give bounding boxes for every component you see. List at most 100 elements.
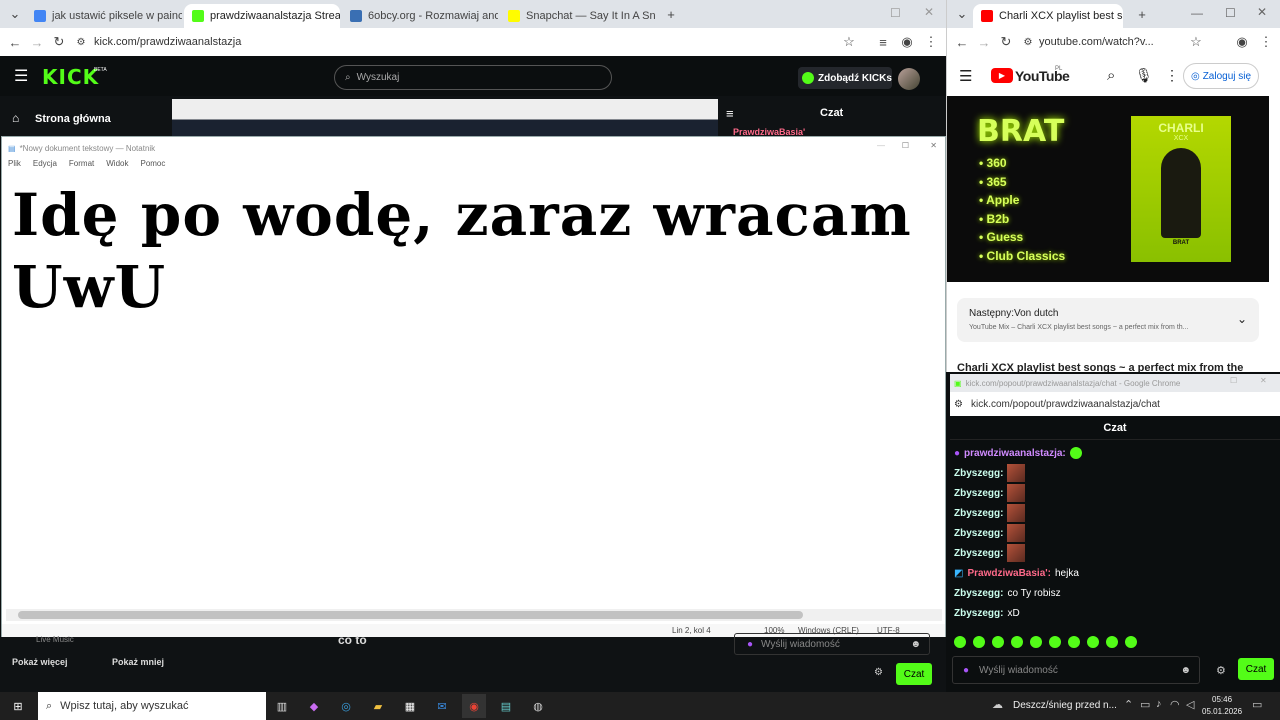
popout-send-input[interactable]: ● Wyślij wiadomość ☻: [952, 656, 1200, 684]
forward-icon[interactable]: →: [26, 31, 48, 53]
chat-send-button[interactable]: Czat: [896, 663, 932, 685]
bookmark-icon[interactable]: ☆: [838, 31, 860, 53]
notepad-text-area[interactable]: Idę po wodę, zaraz wracam UwU: [2, 171, 945, 331]
up-next-card[interactable]: Następny: Von dutch YouTube Mix – Charli…: [957, 298, 1259, 342]
site-info-icon[interactable]: ⚙: [70, 31, 92, 53]
network-icon[interactable]: ▭: [1140, 698, 1150, 711]
collapse-chat-icon[interactable]: ≡: [726, 106, 734, 121]
stream-preview[interactable]: [172, 99, 718, 136]
home-link[interactable]: Strona główna: [35, 113, 111, 125]
emote-icon[interactable]: [992, 636, 1004, 648]
restore-icon[interactable]: ☐: [890, 6, 901, 20]
back-icon[interactable]: ←: [951, 31, 973, 53]
chrome-icon[interactable]: ◉: [462, 694, 486, 718]
media-icon[interactable]: ≡: [872, 31, 894, 53]
weather-text[interactable]: Deszcz/śnieg przed n...: [1013, 700, 1117, 711]
notifications-icon[interactable]: ▭: [1252, 698, 1262, 711]
emote-icon[interactable]: [1049, 636, 1061, 648]
scroll-thumb[interactable]: [18, 611, 803, 619]
hamburger-icon[interactable]: ☰: [14, 66, 28, 86]
emote-icon[interactable]: [1068, 636, 1080, 648]
tab-search-icon[interactable]: ⌄: [4, 3, 26, 25]
menu-file[interactable]: Plik: [8, 159, 21, 171]
minimize-icon[interactable]: —: [877, 141, 885, 150]
site-info-icon[interactable]: ⚙: [1017, 31, 1039, 53]
menu-edit[interactable]: Edycja: [33, 159, 57, 171]
menu-icon[interactable]: ⋮: [920, 31, 942, 53]
profile-icon[interactable]: ◉: [1231, 31, 1253, 53]
bookmark-icon[interactable]: ☆: [1185, 31, 1207, 53]
notepad-taskbar-icon[interactable]: ▤: [494, 694, 518, 718]
edge-icon[interactable]: ◎: [334, 694, 358, 718]
show-more-button[interactable]: Pokaż więcej: [12, 657, 68, 667]
search-icon[interactable]: ⌕: [1107, 67, 1115, 84]
tab-snapchat[interactable]: Snapchat — Say It In A Snap✕: [500, 4, 656, 28]
reload-icon[interactable]: ↻: [995, 31, 1017, 53]
mic-icon[interactable]: 🎙: [1135, 67, 1153, 84]
get-kicks-button[interactable]: Zdobądź KICKs: [798, 67, 892, 89]
emote-icon[interactable]: [1087, 636, 1099, 648]
clock-time[interactable]: 05:46: [1212, 695, 1232, 704]
tray-chevron-icon[interactable]: ⌃: [1124, 698, 1133, 711]
kick-search-input[interactable]: ⌕ Wyszukaj: [334, 65, 612, 90]
close-window-icon[interactable]: ✕: [1257, 5, 1267, 19]
new-tab-icon[interactable]: +: [660, 3, 682, 25]
menu-icon[interactable]: ⋮: [1255, 31, 1277, 53]
wifi-icon[interactable]: ◠: [1170, 698, 1180, 711]
menu-view[interactable]: Widok: [106, 159, 128, 171]
profile-icon[interactable]: ◉: [896, 31, 918, 53]
more-icon[interactable]: ⋮: [1165, 67, 1179, 84]
tab-6obcy[interactable]: 6obcy.org - Rozmawiaj anonim✕: [342, 4, 498, 28]
volume-icon[interactable]: ◁: [1186, 698, 1194, 711]
reload-icon[interactable]: ↻: [48, 31, 70, 53]
chevron-down-icon[interactable]: ⌄: [1237, 312, 1247, 326]
taskbar-search[interactable]: ⌕ Wpisz tutaj, aby wyszukać: [38, 692, 266, 720]
close-window-icon[interactable]: ✕: [924, 5, 934, 19]
clock-date[interactable]: 05.01.2026: [1202, 707, 1242, 716]
maximize-icon[interactable]: ☐: [1225, 6, 1236, 20]
show-less-button[interactable]: Pokaż mniej: [112, 657, 164, 667]
close-icon[interactable]: ✕: [930, 141, 937, 150]
maximize-icon[interactable]: ☐: [1230, 376, 1237, 385]
emote-icon[interactable]: [954, 636, 966, 648]
emote-icon[interactable]: [973, 636, 985, 648]
maximize-icon[interactable]: ☐: [902, 141, 909, 150]
address-bar[interactable]: kick.com/prawdziwaanalstazja: [94, 36, 241, 48]
emoji-icon[interactable]: ☻: [1180, 665, 1191, 676]
kick-send-input[interactable]: ● Wyślij wiadomość ☻: [734, 633, 930, 655]
file-explorer-icon[interactable]: ▰: [366, 694, 390, 718]
menu-format[interactable]: Format: [69, 159, 94, 171]
microphone-icon[interactable]: ♪: [1156, 698, 1162, 710]
settings-icon[interactable]: ⚙: [1216, 664, 1226, 677]
avatar[interactable]: [898, 68, 920, 90]
emoji-icon[interactable]: ☻: [910, 639, 921, 650]
store-icon[interactable]: ▦: [398, 694, 422, 718]
yt-address-bar[interactable]: youtube.com/watch?v...: [1039, 36, 1154, 48]
settings-icon[interactable]: ⚙: [874, 667, 883, 678]
task-view-icon[interactable]: ▥: [270, 694, 294, 718]
sign-in-button[interactable]: ◎ Zaloguj się: [1183, 63, 1259, 89]
tab-youtube[interactable]: Charli XCX playlist best son✕: [973, 4, 1123, 28]
windows-start-icon[interactable]: ⊞: [6, 694, 30, 718]
menu-help[interactable]: Pomoc: [140, 159, 165, 171]
video-player[interactable]: BRAT • 360 • 365 • Apple • B2b • Guess •…: [947, 96, 1269, 282]
emote-icon[interactable]: [1106, 636, 1118, 648]
mail-icon[interactable]: ✉: [430, 694, 454, 718]
back-icon[interactable]: ←: [4, 31, 26, 53]
site-info-icon[interactable]: ⚙: [954, 399, 963, 410]
horizontal-scrollbar[interactable]: [6, 609, 942, 621]
tab-search-icon[interactable]: ⌄: [951, 3, 973, 25]
kick-logo[interactable]: KICK: [42, 65, 99, 89]
minimize-icon[interactable]: —: [1191, 6, 1203, 20]
tab-google[interactable]: jak ustawić piksele w paincie - ✕: [26, 4, 182, 28]
close-icon[interactable]: ✕: [1260, 376, 1267, 385]
youtube-logo-icon[interactable]: ▶: [991, 68, 1013, 83]
emote-icon[interactable]: [1030, 636, 1042, 648]
emote-icon[interactable]: [1125, 636, 1137, 648]
copilot-icon[interactable]: ◆: [302, 694, 326, 718]
emote-icon[interactable]: [1011, 636, 1023, 648]
popout-chat-button[interactable]: Czat: [1238, 658, 1274, 680]
yt-hamburger-icon[interactable]: ☰: [959, 67, 972, 85]
tab-kick[interactable]: prawdziwaanalstazja Stream - ✕: [184, 4, 340, 28]
app-icon[interactable]: ◍: [526, 694, 550, 718]
